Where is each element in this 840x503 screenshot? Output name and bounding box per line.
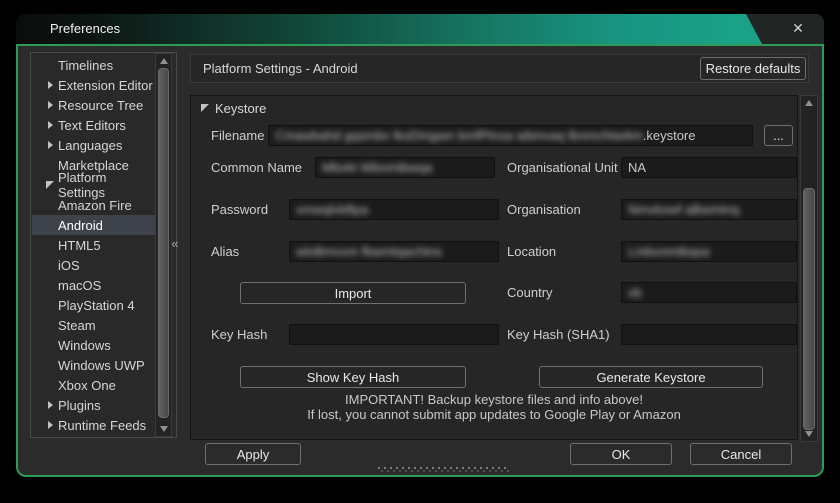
alias-label: Alias <box>211 244 240 259</box>
page-title: Platform Settings - Android <box>203 61 358 76</box>
dialog-content: Timelines Extension Editor Resource Tree… <box>16 44 824 477</box>
cancel-button[interactable]: Cancel <box>690 443 792 465</box>
main-header: Platform Settings - Android Restore defa… <box>190 54 809 83</box>
location-label: Location <box>507 244 557 259</box>
resize-grip[interactable] <box>378 467 510 473</box>
organisational-unit-input[interactable]: NA <box>621 157 797 178</box>
keystore-panel: Keystore Filename Cmawbahd gqsmbv lkoDmg… <box>190 95 798 440</box>
filename-label: Filename <box>211 128 265 143</box>
collapsed-arrow-icon <box>47 421 53 429</box>
window-title: Preferences <box>50 21 121 36</box>
organisational-unit-label: Organisational Unit <box>507 160 618 175</box>
redacted-password: xmwqlvbftpa <box>296 202 369 217</box>
organisation-input[interactable]: Nmvbxwf aBwmtnq <box>621 199 797 220</box>
restore-defaults-button[interactable]: Restore defaults <box>700 57 806 80</box>
key-hash-sha1-label: Key Hash (SHA1) <box>507 327 610 342</box>
country-label: Country <box>507 285 553 300</box>
collapsed-arrow-icon <box>47 141 53 149</box>
key-hash-label: Key Hash <box>211 327 268 342</box>
sidebar-item-playstation4[interactable]: PlayStation 4 <box>32 295 155 315</box>
redacted-location: Lmbvnmtbqsa <box>628 244 710 259</box>
key-hash-input[interactable] <box>289 324 499 345</box>
country-input[interactable]: xb <box>621 282 797 303</box>
password-input[interactable]: xmwqlvbftpa <box>289 199 499 220</box>
sidebar-item-timelines[interactable]: Timelines <box>32 55 155 75</box>
keystore-warning-line1: IMPORTANT! Backup keystore files and inf… <box>345 392 643 407</box>
sidebar-item-plugins[interactable]: Plugins <box>32 395 155 415</box>
collapsed-arrow-icon <box>47 101 53 109</box>
preferences-window: Preferences ✕ Timelines Extension Editor… <box>16 14 824 477</box>
close-icon[interactable]: ✕ <box>786 14 810 44</box>
sidebar-item-android[interactable]: Android <box>32 215 155 235</box>
import-button[interactable]: Import <box>240 282 466 304</box>
keystore-section-header[interactable]: Keystore <box>201 100 266 116</box>
sidebar-item-macos[interactable]: macOS <box>32 275 155 295</box>
expanded-arrow-icon <box>46 181 54 189</box>
location-input[interactable]: Lmbvnmtbqsa <box>621 241 797 262</box>
sidebar-item-windows[interactable]: Windows <box>32 335 155 355</box>
redacted-country: xb <box>628 285 642 300</box>
sidebar-item-extension-editor[interactable]: Extension Editor <box>32 75 155 95</box>
generate-keystore-button[interactable]: Generate Keystore <box>539 366 763 388</box>
apply-button[interactable]: Apply <box>205 443 301 465</box>
collapsed-arrow-icon <box>47 81 53 89</box>
alias-input[interactable]: wlxBmvxm fbwmtqachtns <box>289 241 499 262</box>
key-hash-sha1-input[interactable] <box>621 324 797 345</box>
collapsed-arrow-icon <box>47 121 53 129</box>
sidebar-item-steam[interactable]: Steam <box>32 315 155 335</box>
sidebar-item-resource-tree[interactable]: Resource Tree <box>32 95 155 115</box>
settings-tree-items: Timelines Extension Editor Resource Tree… <box>32 55 155 435</box>
password-label: Password <box>211 202 269 217</box>
settings-tree: Timelines Extension Editor Resource Tree… <box>30 52 177 438</box>
scroll-down-icon[interactable] <box>156 423 171 435</box>
ok-button[interactable]: OK <box>570 443 672 465</box>
scroll-up-icon[interactable] <box>801 97 817 109</box>
sidebar-item-windows-uwp[interactable]: Windows UWP <box>32 355 155 375</box>
title-bar[interactable]: Preferences ✕ <box>16 14 824 44</box>
sidebar-item-xbox-one[interactable]: Xbox One <box>32 375 155 395</box>
redacted-filename: Cmawbahd gqsmbv lkoDmgwn bmfPtnxa wbmvaq… <box>275 128 643 143</box>
titlebar-corner-decoration <box>744 14 824 44</box>
organisation-label: Organisation <box>507 202 581 217</box>
common-name-input[interactable]: Mbvkt Wbnmtbwqa <box>315 157 495 178</box>
redacted-alias: wlxBmvxm fbwmtqachtns <box>296 244 442 259</box>
scroll-up-icon[interactable] <box>156 55 171 67</box>
sidebar-item-runtime-feeds[interactable]: Runtime Feeds <box>32 415 155 435</box>
expanded-arrow-icon <box>201 104 209 112</box>
redacted-organisation: Nmvbxwf aBwmtnq <box>628 202 740 217</box>
keystore-section-label: Keystore <box>215 100 267 116</box>
sidebar-item-platform-settings[interactable]: Platform Settings <box>32 170 155 200</box>
keystore-warning-line2: If lost, you cannot submit app updates t… <box>307 407 681 422</box>
filename-extension: .keystore <box>642 128 696 143</box>
redacted-common-name: Mbvkt Wbnmtbwqa <box>322 160 433 175</box>
sidebar-item-ios[interactable]: iOS <box>32 255 155 275</box>
collapsed-arrow-icon <box>47 401 53 409</box>
sidebar-item-html5[interactable]: HTML5 <box>32 235 155 255</box>
common-name-label: Common Name <box>211 160 303 175</box>
scroll-down-icon[interactable] <box>801 428 817 440</box>
show-key-hash-button[interactable]: Show Key Hash <box>240 366 466 388</box>
sidebar-item-languages[interactable]: Languages <box>32 135 155 155</box>
sidebar-collapse-handle[interactable]: « <box>168 236 182 252</box>
browse-button[interactable]: ... <box>764 125 793 146</box>
filename-input[interactable]: Cmawbahd gqsmbv lkoDmgwn bmfPtnxa wbmvaq… <box>268 125 753 146</box>
sidebar-item-text-editors[interactable]: Text Editors <box>32 115 155 135</box>
main-scrollbar[interactable] <box>800 95 818 442</box>
main-scrollbar-thumb[interactable] <box>803 188 815 430</box>
